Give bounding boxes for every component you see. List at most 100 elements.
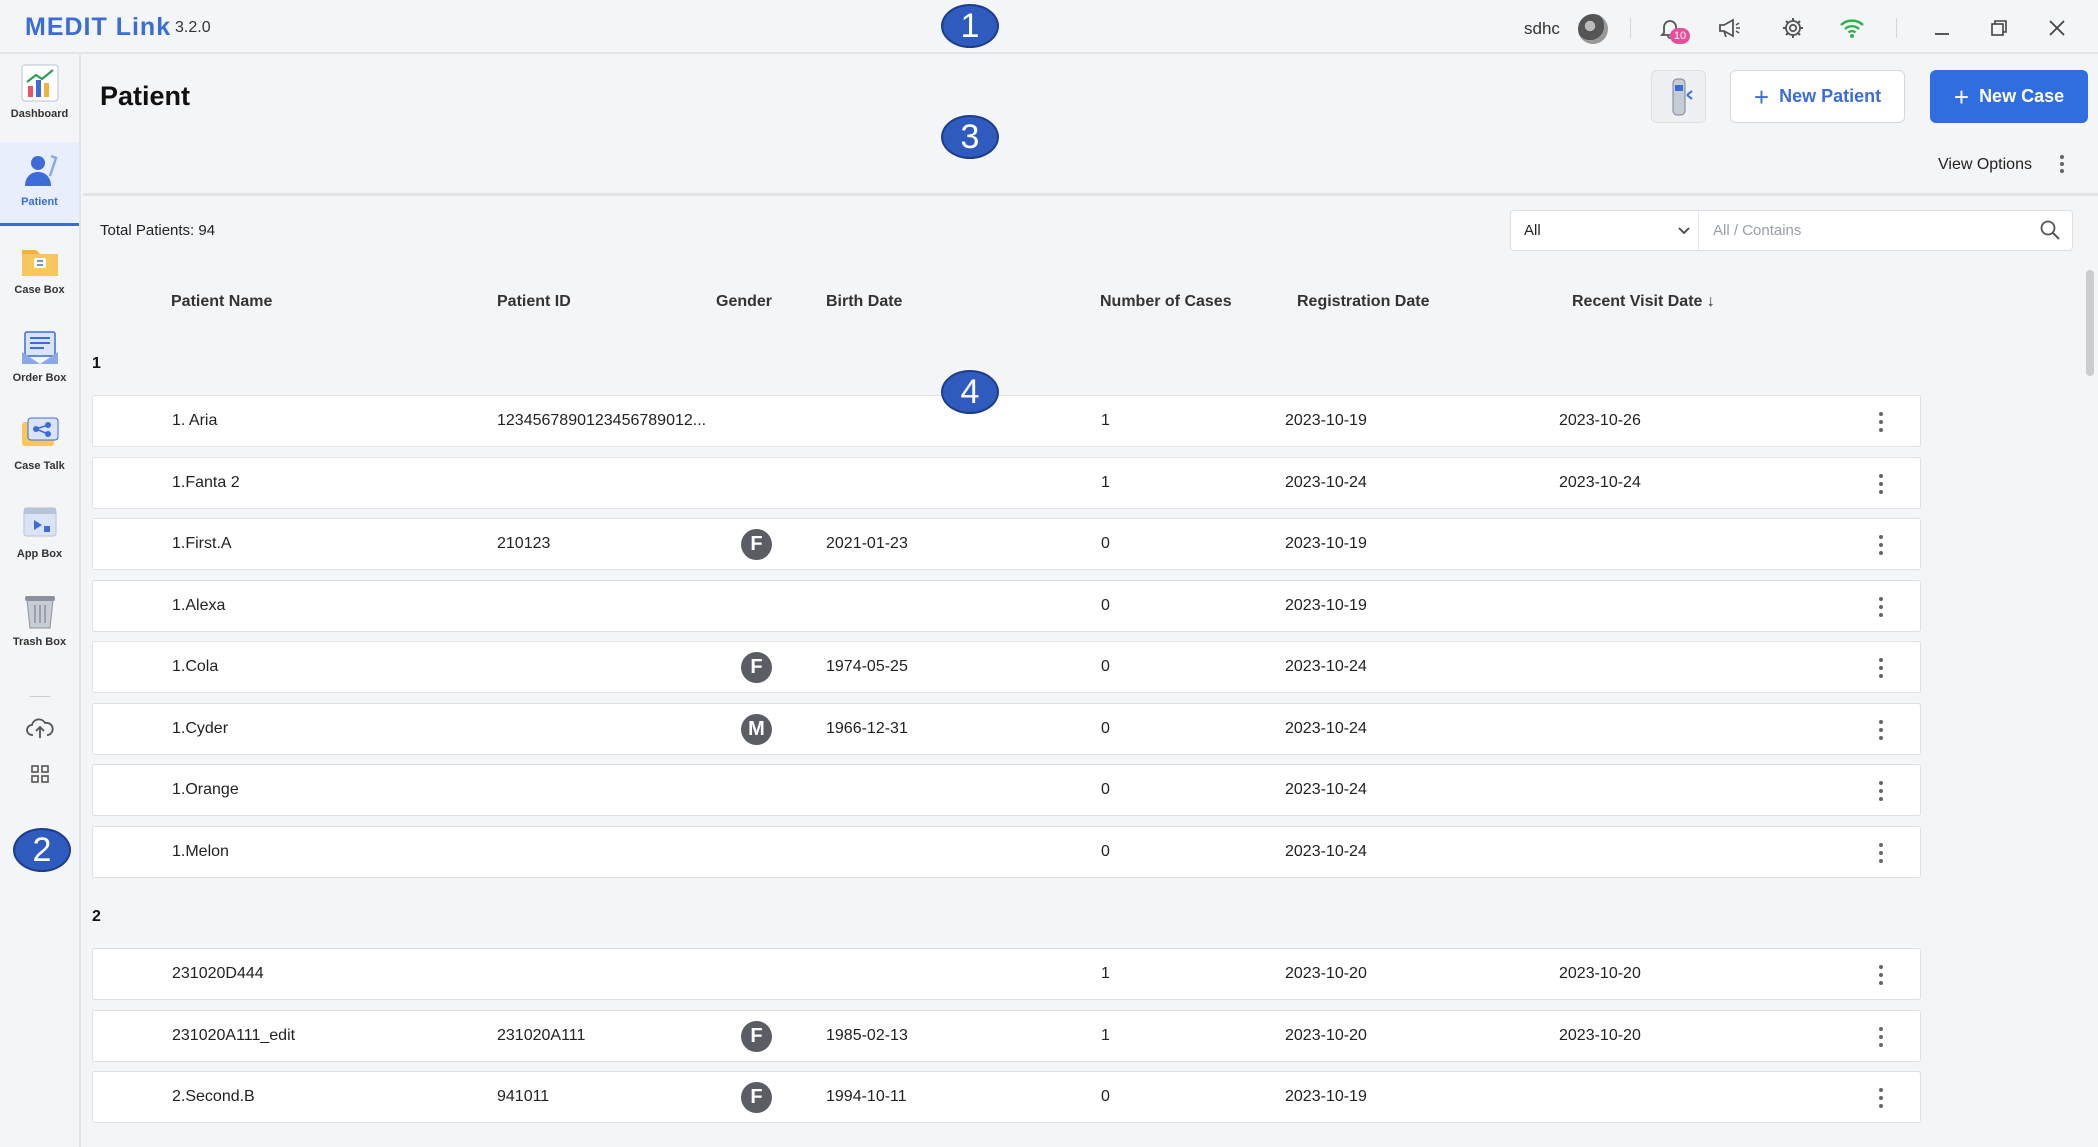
column-header-recent-visit-date[interactable]: Recent Visit Date ↓: [1572, 293, 1715, 311]
new-patient-label: New Patient: [1779, 86, 1882, 106]
cell-registration-date: 2023-10-19: [1285, 535, 1367, 552]
more-vertical-icon[interactable]: [1872, 410, 1890, 434]
view-options-button[interactable]: View Options: [1938, 156, 2032, 174]
cell-number-of-cases: 1: [1101, 965, 1110, 982]
table-row[interactable]: 231020D444 1 2023-10-20 2023-10-20: [92, 948, 1921, 1000]
table-row[interactable]: 1. Aria 123456789012345678901​2... 1 2023-1…: [92, 395, 1921, 447]
table-row[interactable]: 1.Alexa 0 2023-10-19: [92, 580, 1921, 632]
table-row[interactable]: 1.Orange 0 2023-10-24: [92, 764, 1921, 816]
sidebar-item-case-talk[interactable]: Case Talk: [0, 406, 79, 490]
new-patient-button[interactable]: + New Patient: [1730, 70, 1905, 123]
divider: [1896, 18, 1897, 38]
scanner-icon: [1672, 78, 1693, 115]
column-header-registration-date[interactable]: Registration Date: [1297, 293, 1429, 311]
sidebar-item-trash-box[interactable]: Trash Box: [0, 582, 79, 666]
more-vertical-icon[interactable]: [1872, 841, 1890, 865]
cell-number-of-cases: 0: [1101, 658, 1110, 675]
annotation-marker: 3: [941, 115, 999, 159]
more-vertical-icon[interactable]: [1872, 1086, 1890, 1110]
sidebar-item-case-box[interactable]: Case Box: [0, 230, 79, 314]
page-header: Patient + New Patient + New Case View Op…: [83, 56, 2098, 196]
more-vertical-icon[interactable]: [1872, 595, 1890, 619]
cell-number-of-cases: 0: [1101, 843, 1110, 860]
cell-patient-name: 1.Cyder: [172, 720, 229, 737]
scanner-button[interactable]: [1651, 70, 1706, 123]
cell-patient-name: 1.Alexa: [172, 597, 226, 614]
grid-apps-icon[interactable]: [24, 758, 56, 790]
cell-birth-date: 1966-12-31: [826, 720, 908, 737]
table-row[interactable]: 1.Cyder 1966-12-31 0 2023-10-24 M: [92, 703, 1921, 755]
cell-number-of-cases: 0: [1101, 597, 1110, 614]
column-header-gender[interactable]: Gender: [716, 293, 772, 311]
cell-patient-id: 941011: [497, 1088, 550, 1105]
table-row[interactable]: 1.Melon 0 2023-10-24: [92, 826, 1921, 878]
sidebar-item-label: Patient: [21, 196, 58, 208]
more-vertical-icon[interactable]: [1872, 963, 1890, 987]
cell-patient-name: 231020A111_edit: [172, 1027, 296, 1044]
more-vertical-icon[interactable]: [1872, 1025, 1890, 1049]
table-row[interactable]: 231020A111_edit 231020A111 1985-02-13 1 2023…: [92, 1010, 1921, 1062]
search-input[interactable]: All / Contains: [1713, 222, 1801, 239]
column-header-label: Recent Visit Date: [1572, 293, 1703, 310]
search-icon[interactable]: [2039, 219, 2061, 241]
avatar[interactable]: [1578, 14, 1608, 44]
column-header-patient-id[interactable]: Patient ID: [497, 293, 571, 311]
cell-registration-date: 2023-10-19: [1285, 1088, 1367, 1105]
table-row[interactable]: 1.Cola 1974-05-25 0 2023-10-24 F: [92, 641, 1921, 693]
filter-field-select[interactable]: All: [1511, 211, 1699, 250]
order-box-icon: [21, 331, 58, 364]
settings-gear-icon[interactable]: [1778, 13, 1808, 43]
table-row[interactable]: 1.Fanta 2 1 2023-10-24 2023-10-24: [92, 457, 1921, 509]
more-vertical-icon[interactable]: [1872, 779, 1890, 803]
sidebar-item-patient[interactable]: Patient: [0, 142, 79, 226]
cell-patient-name: 1.Melon: [172, 843, 229, 860]
cell-birth-date: 1994-10-11: [826, 1088, 907, 1105]
minimize-icon[interactable]: [1927, 13, 1957, 43]
annotation-marker: 2: [13, 828, 71, 872]
more-vertical-icon[interactable]: [1872, 472, 1890, 496]
group-label: 1: [92, 355, 101, 372]
cell-registration-date: 2023-10-24: [1285, 781, 1367, 798]
sidebar-item-order-box[interactable]: Order Box: [0, 318, 79, 402]
more-vertical-icon[interactable]: [1872, 718, 1890, 742]
cell-registration-date: 2023-10-20: [1285, 1027, 1367, 1044]
cell-number-of-cases: 0: [1101, 535, 1110, 552]
app-version: 3.2.0: [175, 19, 211, 36]
sidebar-item-app-box[interactable]: App Box: [0, 494, 79, 578]
annotation-marker: 4: [941, 370, 999, 414]
cell-registration-date: 2023-10-24: [1285, 658, 1367, 675]
sidebar-divider: [30, 696, 50, 697]
column-header-number-of-cases[interactable]: Number of Cases: [1100, 293, 1232, 311]
table-row[interactable]: 2.Second.B 941011 1994-10-11 0 2023-10-19 F: [92, 1071, 1921, 1123]
cell-patient-id: 231020A111: [497, 1027, 586, 1044]
column-header-patient-name[interactable]: Patient Name: [171, 293, 272, 311]
more-vertical-icon[interactable]: [1872, 533, 1890, 557]
sidebar-item-label: App Box: [16, 548, 63, 560]
cell-number-of-cases: 1: [1101, 1027, 1110, 1044]
wifi-connected-icon[interactable]: [1837, 13, 1867, 43]
cloud-upload-icon[interactable]: [24, 712, 56, 744]
username[interactable]: sdhc: [1524, 19, 1560, 39]
total-patients: Total Patients: 94: [100, 222, 216, 239]
dashboard-icon: [21, 64, 58, 102]
column-header-birth-date[interactable]: Birth Date: [826, 293, 902, 311]
new-case-button[interactable]: + New Case: [1930, 70, 2088, 123]
page-title: Patient: [100, 81, 191, 111]
announcement-megaphone-icon[interactable]: [1715, 13, 1745, 43]
close-icon[interactable]: [2042, 13, 2072, 43]
trash-box-icon: [24, 596, 55, 629]
more-vertical-icon[interactable]: [2057, 154, 2067, 174]
table-row[interactable]: 1.First.A 210123 2021-01-23 0 2023-10-19 F: [92, 518, 1921, 570]
restore-window-icon[interactable]: [1984, 13, 2014, 43]
cell-patient-name: 1.First.A: [172, 535, 232, 552]
sidebar-item-dashboard[interactable]: Dashboard: [0, 54, 79, 138]
gender-badge: F: [741, 1082, 772, 1113]
more-vertical-icon[interactable]: [1872, 656, 1890, 680]
group-label: 2: [92, 908, 101, 925]
cell-registration-date: 2023-10-20: [1285, 965, 1367, 982]
scrollbar[interactable]: [2086, 270, 2094, 376]
app-box-icon: [23, 507, 56, 537]
cell-registration-date: 2023-10-19: [1285, 597, 1367, 614]
cell-number-of-cases: 0: [1101, 720, 1110, 737]
gender-badge: M: [741, 714, 772, 745]
